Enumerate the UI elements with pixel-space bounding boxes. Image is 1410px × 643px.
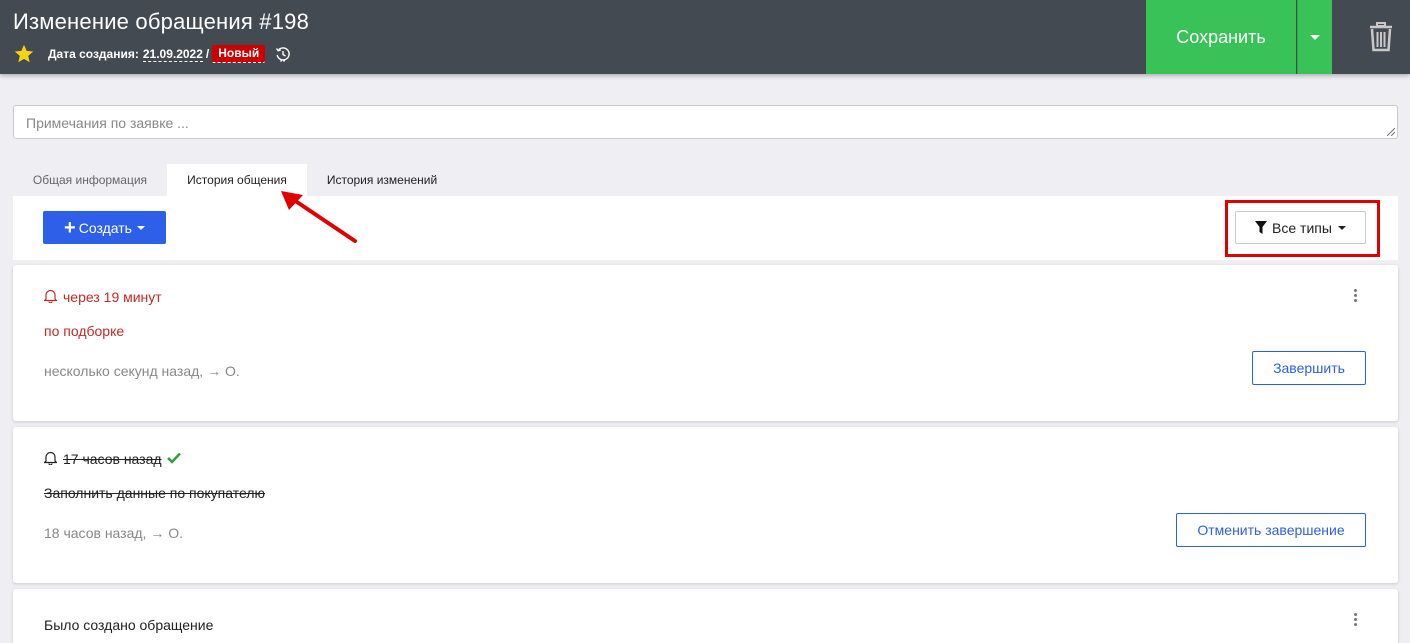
complete-button[interactable]: Завершить bbox=[1252, 351, 1366, 385]
annotation-highlight-box bbox=[1225, 200, 1380, 257]
history-card: Было создано обращение bbox=[13, 589, 1398, 643]
kebab-menu-icon[interactable] bbox=[1354, 289, 1358, 303]
notes-field[interactable]: Примечания по заявке ... bbox=[13, 105, 1398, 139]
plus-icon: + bbox=[64, 216, 76, 239]
check-icon bbox=[167, 452, 181, 464]
reminder-time: через 19 минут bbox=[63, 289, 162, 305]
status-badge[interactable]: Новый bbox=[212, 45, 266, 63]
resize-handle-icon[interactable] bbox=[1387, 128, 1395, 136]
create-button[interactable]: + Создать bbox=[43, 211, 166, 244]
save-options-dropdown[interactable] bbox=[1297, 0, 1332, 74]
notes-placeholder: Примечания по заявке ... bbox=[26, 115, 189, 131]
bell-icon bbox=[44, 289, 57, 303]
star-icon[interactable] bbox=[13, 43, 35, 65]
page-title: Изменение обращения #198 bbox=[13, 9, 310, 34]
reminder-time: 17 часов назад bbox=[63, 451, 162, 467]
save-button[interactable]: Сохранить bbox=[1146, 0, 1296, 74]
kebab-menu-icon[interactable] bbox=[1354, 613, 1358, 627]
history-card: через 19 минут по подборке несколько сек… bbox=[13, 265, 1398, 421]
caret-down-icon bbox=[1310, 34, 1320, 40]
history-card: 17 часов назад Заполнить данные по покуп… bbox=[13, 427, 1398, 583]
meta-separator: / bbox=[205, 47, 210, 61]
task-text: Заполнить данные по покупателю bbox=[44, 485, 265, 501]
card-meta: 18 часов назад, → О. bbox=[44, 525, 183, 541]
cancel-completion-button[interactable]: Отменить завершение bbox=[1176, 513, 1366, 547]
event-text: Было создано обращение bbox=[44, 617, 214, 633]
history-toolbar: + Создать Все типы bbox=[13, 196, 1398, 260]
task-text: по подборке bbox=[44, 323, 125, 339]
caret-down-icon bbox=[136, 225, 145, 230]
history-icon[interactable] bbox=[275, 46, 291, 62]
header-bar: Изменение обращения #198 Дата создания: … bbox=[0, 0, 1410, 74]
tab-general-info[interactable]: Общая информация bbox=[13, 164, 167, 196]
created-date[interactable]: 21.09.2022 bbox=[142, 47, 203, 62]
create-label: Создать bbox=[78, 219, 132, 236]
request-meta: Дата создания: 21.09.2022 / Новый bbox=[13, 44, 291, 64]
trash-icon[interactable] bbox=[1368, 22, 1394, 52]
bell-icon bbox=[44, 451, 57, 465]
card-meta: несколько секунд назад, → О. bbox=[44, 363, 240, 379]
annotation-arrow bbox=[281, 191, 357, 243]
created-label: Дата создания: bbox=[48, 47, 139, 61]
